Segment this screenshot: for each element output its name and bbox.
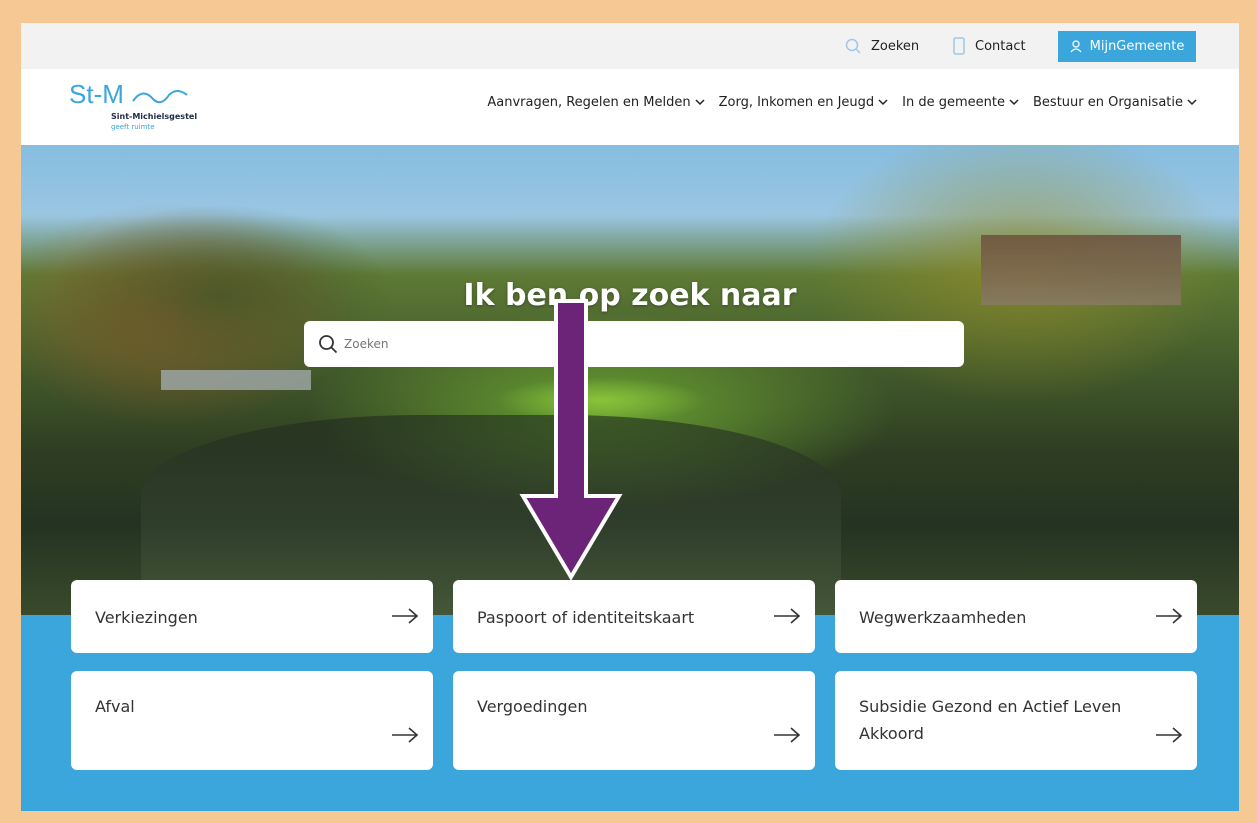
nav-item-zorg[interactable]: Zorg, Inkomen en Jeugd bbox=[719, 95, 889, 110]
arrow-right-icon bbox=[392, 727, 419, 743]
arrow-right-icon bbox=[1156, 608, 1183, 624]
nav-item-label: Aanvragen, Regelen en Melden bbox=[487, 94, 691, 110]
quicklink-label: Verkiezingen bbox=[95, 608, 198, 627]
nav-item-bestuur[interactable]: Bestuur en Organisatie bbox=[1033, 95, 1197, 110]
annotation-down-arrow-icon bbox=[519, 299, 623, 581]
utility-contact-label: Contact bbox=[975, 38, 1026, 54]
phone-icon bbox=[953, 37, 965, 55]
arrow-right-icon bbox=[1156, 727, 1183, 743]
utility-contact-link[interactable]: Contact bbox=[953, 23, 1026, 69]
nav-item-label: Bestuur en Organisatie bbox=[1033, 94, 1183, 110]
quicklink-label: Paspoort of identiteitskaart bbox=[477, 608, 695, 627]
nav-item-label: Zorg, Inkomen en Jeugd bbox=[718, 94, 875, 110]
nav-item-gemeente[interactable]: In de gemeente bbox=[902, 95, 1019, 110]
chevron-down-icon bbox=[1187, 98, 1197, 105]
arrow-right-icon bbox=[774, 727, 801, 743]
search-icon bbox=[845, 38, 861, 54]
quicklink-label: Subsidie Gezond en Actief Leven Akkoord bbox=[859, 697, 1122, 743]
quicklink-card-vergoedingen[interactable]: Vergoedingen bbox=[453, 671, 815, 770]
utility-bar: Zoeken Contact MijnGemeente bbox=[21, 23, 1239, 69]
quicklink-card-afval[interactable]: Afval bbox=[71, 671, 433, 770]
nav-item-aanvragen[interactable]: Aanvragen, Regelen en Melden bbox=[487, 94, 705, 110]
site-logo[interactable]: St-M Sint-Michielsgestel geeft ruimte bbox=[69, 79, 219, 139]
chevron-down-icon bbox=[1009, 98, 1019, 105]
hero-bridge bbox=[161, 370, 311, 390]
chevron-down-icon bbox=[878, 98, 888, 105]
user-icon bbox=[1070, 40, 1082, 53]
logo-name: Sint-Michielsgestel bbox=[111, 112, 198, 121]
search-icon bbox=[319, 335, 338, 354]
page-frame: Zoeken Contact MijnGemeente St-M Sint-Mi… bbox=[21, 23, 1239, 811]
arrow-right-icon bbox=[392, 608, 419, 624]
arrow-right-icon bbox=[774, 608, 801, 624]
quicklink-card-verkiezingen[interactable]: Verkiezingen bbox=[71, 580, 433, 653]
hero-search-box[interactable] bbox=[304, 321, 964, 367]
logo-tagline: geeft ruimte bbox=[111, 123, 155, 131]
quicklink-label: Vergoedingen bbox=[477, 697, 588, 716]
mijngemeente-button[interactable]: MijnGemeente bbox=[1058, 31, 1196, 62]
main-nav: Aanvragen, Regelen en Melden Zorg, Inkom… bbox=[487, 69, 1197, 135]
mijngemeente-label: MijnGemeente bbox=[1089, 39, 1185, 54]
quicklink-card-subsidie[interactable]: Subsidie Gezond en Actief Leven Akkoord bbox=[835, 671, 1197, 770]
utility-search-label: Zoeken bbox=[871, 38, 920, 54]
quicklink-label: Wegwerkzaamheden bbox=[859, 608, 1027, 627]
quicklink-card-paspoort[interactable]: Paspoort of identiteitskaart bbox=[453, 580, 815, 653]
quicklink-card-wegwerkzaamheden[interactable]: Wegwerkzaamheden bbox=[835, 580, 1197, 653]
site-header: St-M Sint-Michielsgestel geeft ruimte Aa… bbox=[21, 69, 1239, 145]
utility-search-link[interactable]: Zoeken bbox=[845, 23, 919, 69]
quicklink-label: Afval bbox=[95, 697, 135, 716]
chevron-down-icon bbox=[695, 98, 705, 105]
nav-item-label: In de gemeente bbox=[902, 94, 1006, 110]
logo-wave-icon bbox=[132, 90, 188, 104]
